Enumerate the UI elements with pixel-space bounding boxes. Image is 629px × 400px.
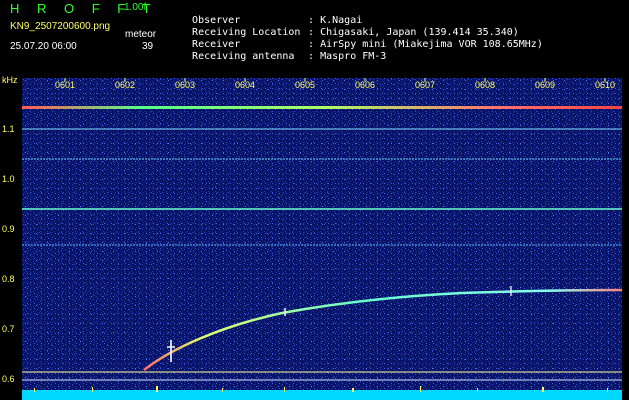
x-tick-label: 0604 <box>235 80 256 90</box>
x-tick-label: 0601 <box>55 80 76 90</box>
x-tick-label: 0607 <box>415 80 436 90</box>
spectrogram-plot <box>22 78 622 400</box>
y-tick-label: 1.1 <box>2 124 15 134</box>
y-axis-unit: kHz <box>2 75 18 85</box>
x-tick-label: 0610 <box>595 80 616 90</box>
x-tick-label: 0605 <box>295 80 316 90</box>
info-antenna: Receiving antenna : Maspro FM-3 <box>180 39 386 63</box>
meteor-label: meteor <box>125 29 157 40</box>
y-tick-label: 0.9 <box>2 224 15 234</box>
x-tick-label: 0603 <box>175 80 196 90</box>
app-version: 1.00f <box>124 2 147 13</box>
x-tick-label: 0608 <box>475 80 496 90</box>
timestamp: 25.07.20 06:00 <box>10 41 77 52</box>
x-tick-label: 0602 <box>115 80 136 90</box>
y-tick-label: 0.7 <box>2 324 15 334</box>
y-tick-label: 1.0 <box>2 174 15 184</box>
y-tick-label: 0.8 <box>2 274 15 284</box>
info-antenna-key: Receiving antenna <box>192 51 295 62</box>
carrier-line-top <box>22 106 622 109</box>
x-tick-label: 0606 <box>355 80 376 90</box>
noise-floor-band <box>22 390 622 400</box>
file-name: KN9_2507200600.png <box>10 21 111 32</box>
y-tick-label: 0.6 <box>2 374 15 384</box>
meteor-count: 39 <box>142 41 154 52</box>
plot-noise-overlay <box>22 78 622 400</box>
x-tick-label: 0609 <box>535 80 556 90</box>
info-antenna-value: : Maspro FM-3 <box>308 51 387 62</box>
